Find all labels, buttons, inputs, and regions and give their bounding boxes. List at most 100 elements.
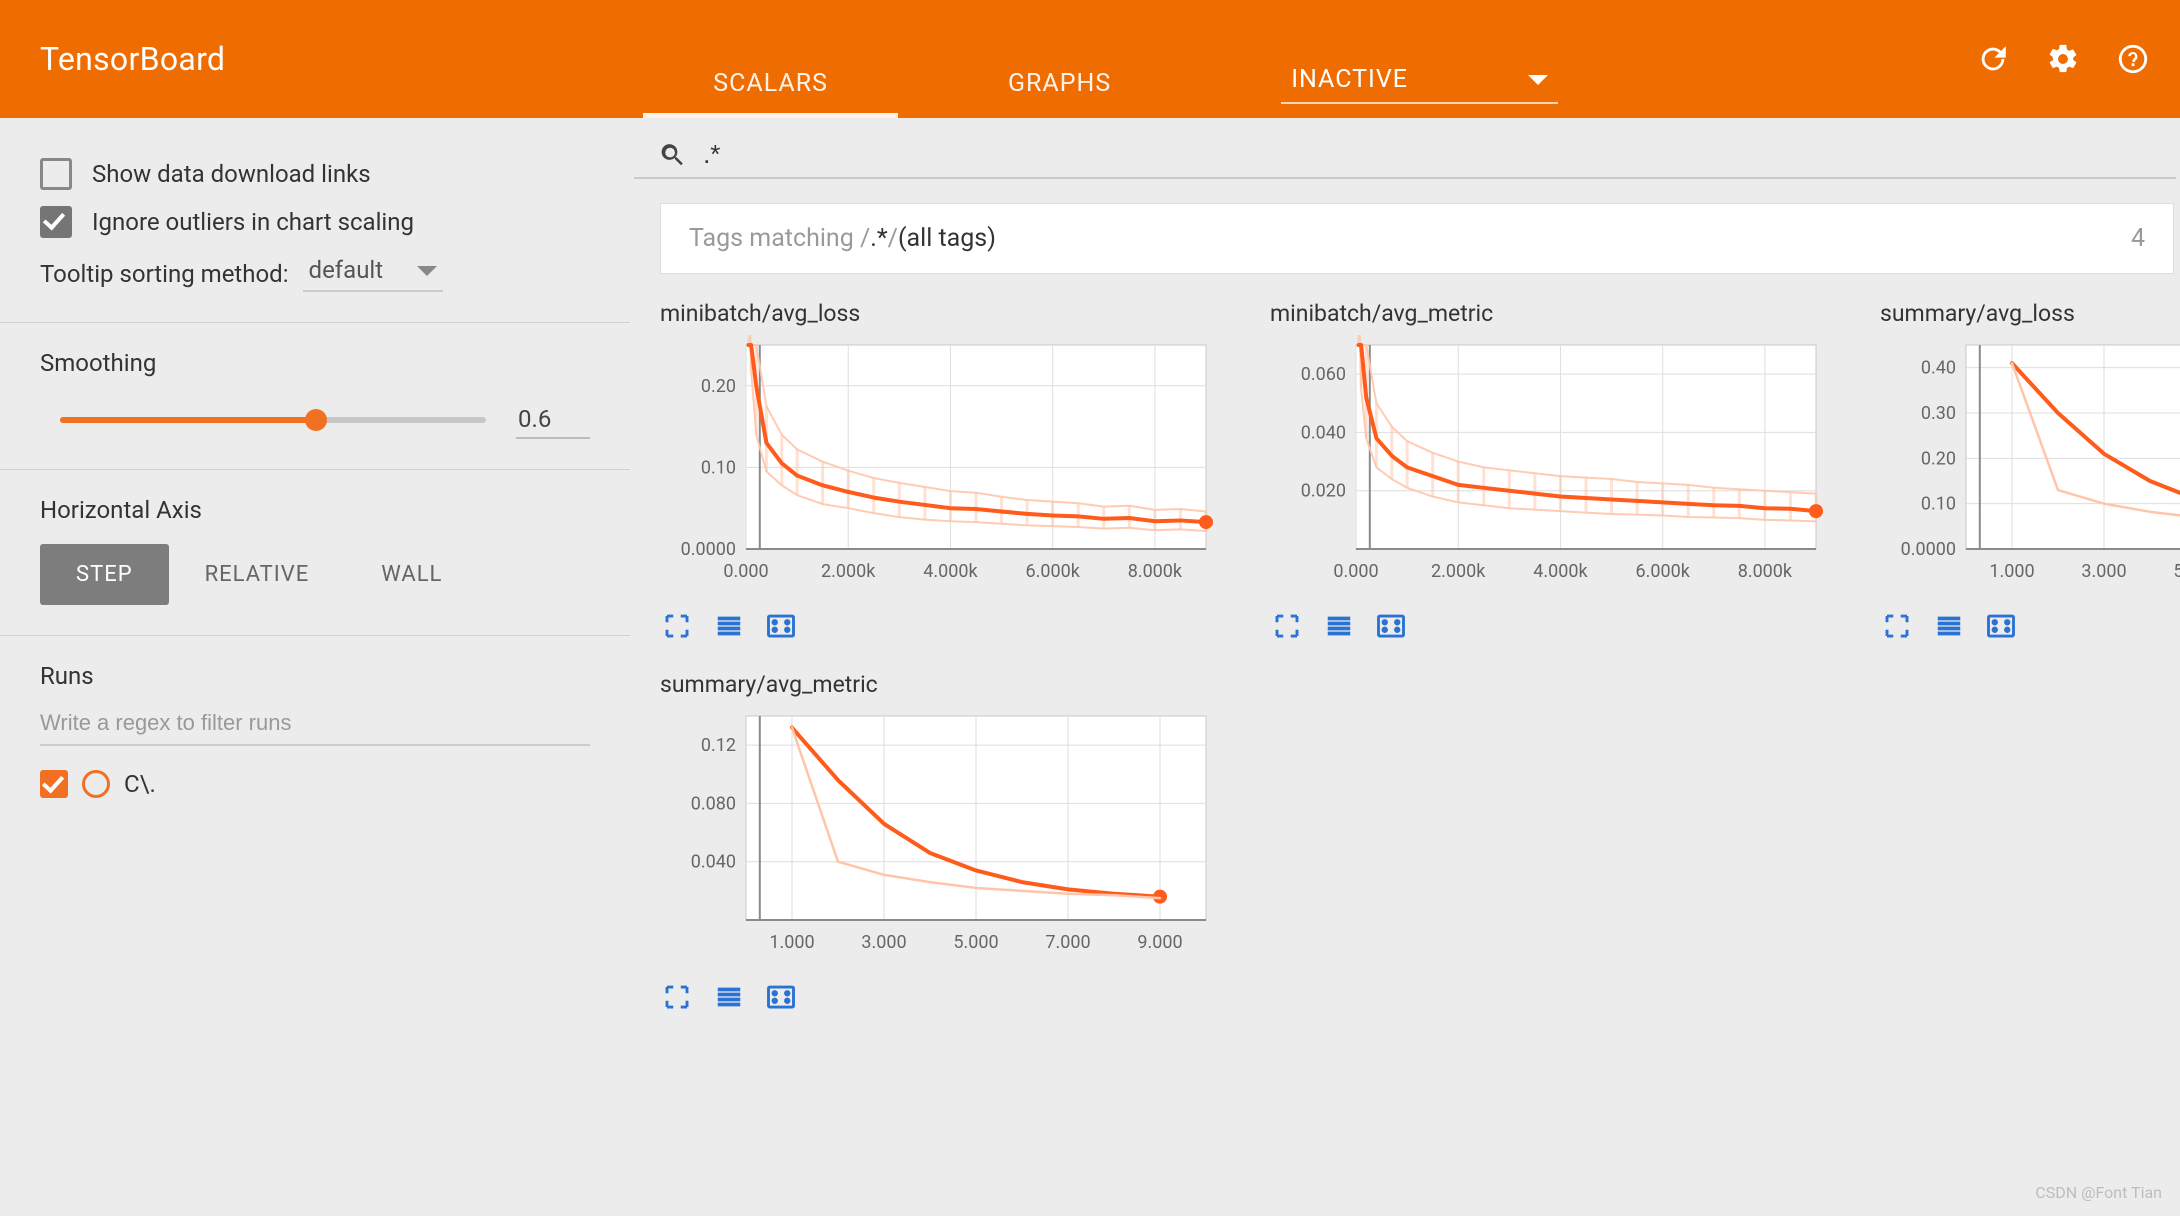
smoothing-label: Smoothing [40,349,590,377]
tag-header-prefix: Tags matching / [689,224,870,253]
expand-icon[interactable] [660,611,694,641]
tooltip-sorting-value: default [309,256,384,284]
svg-text:0.12: 0.12 [701,735,736,756]
horizontal-axis-buttons: STEP RELATIVE WALL [40,544,590,605]
chart-plot[interactable]: 0.00000.100.200.0002.000k4.000k6.000k8.0… [660,335,1250,595]
chart-tool-row [660,982,1250,1012]
ignore-outliers-row[interactable]: Ignore outliers in chart scaling [40,206,590,238]
ignore-outliers-label: Ignore outliers in chart scaling [92,208,414,236]
svg-text:0.10: 0.10 [701,457,736,478]
slider-thumb-icon[interactable] [305,409,327,431]
gear-icon[interactable] [2046,42,2080,76]
smoothing-value-input[interactable]: 0.6 [516,401,590,439]
tooltip-sorting-label: Tooltip sorting method: [40,260,289,288]
chart-title: summary/avg_loss [1880,300,2180,327]
runs-filter-input[interactable] [40,702,590,746]
inactive-label: INACTIVE [1291,65,1408,94]
smoothing-row: 0.6 [40,401,590,439]
list-icon[interactable] [712,982,746,1012]
tag-header-count: 4 [2131,224,2145,253]
tag-header-pattern: .* [870,224,887,253]
refresh-icon[interactable] [1976,42,2010,76]
list-icon[interactable] [1322,611,1356,641]
svg-text:0.30: 0.30 [1921,403,1956,424]
svg-text:0.20: 0.20 [1921,448,1956,469]
chevron-down-icon [417,266,437,276]
chart-tool-row [1880,611,2180,641]
smoothing-slider[interactable] [60,417,486,423]
list-icon[interactable] [1932,611,1966,641]
svg-text:6.000k: 6.000k [1025,561,1080,582]
run-checkbox-icon[interactable] [40,770,68,798]
checkbox-checked-icon[interactable] [40,206,72,238]
tag-header-suffix2: (all tags) [898,224,996,253]
chart-card: summary/avg_metric 0.040 0.080 0.12 1.000 3.… [660,671,1250,1012]
chart-card: minibatch/avg_metric 0.0200.0400.0600.00… [1270,300,1860,641]
horizontal-axis-label: Horizontal Axis [40,496,590,524]
watermark: CSDN @Font Tian [2035,1183,2162,1202]
svg-text:0.20: 0.20 [701,376,736,397]
fit-icon[interactable] [1374,611,1408,641]
svg-text:4.000k: 4.000k [1533,561,1588,582]
svg-text:0.0000: 0.0000 [1901,539,1956,560]
list-icon[interactable] [712,611,746,641]
tooltip-sorting-row: Tooltip sorting method: default [40,256,590,292]
search-icon [658,140,687,170]
expand-icon[interactable] [1880,611,1914,641]
tag-section-header[interactable]: Tags matching / .* / (all tags) 4 [660,203,2174,274]
svg-text:8.000k: 8.000k [1128,561,1183,582]
svg-text:2.000k: 2.000k [1431,561,1486,582]
tab-scalars[interactable]: SCALARS [643,69,898,118]
axis-wall-button[interactable]: WALL [345,544,478,605]
svg-text:7.000: 7.000 [1045,932,1090,953]
show-download-links-label: Show data download links [92,160,371,188]
svg-text:0.060: 0.060 [1301,364,1346,385]
help-icon[interactable] [2116,42,2150,76]
tooltip-sorting-select[interactable]: default [303,256,444,292]
inactive-dropdown[interactable]: INACTIVE [1281,65,1558,104]
svg-text:0.020: 0.020 [1301,481,1346,502]
expand-icon[interactable] [660,982,694,1012]
tab-graphs[interactable]: GRAPHS [938,69,1181,118]
svg-text:0.000: 0.000 [1333,561,1378,582]
expand-icon[interactable] [1270,611,1304,641]
chart-plot[interactable]: 0.0400.0800.121.0003.0005.0007.0009.000 [660,706,1250,966]
header-icon-group [1976,42,2150,76]
svg-text:8.000k: 8.000k [1738,561,1793,582]
chart-title: summary/avg_metric [660,671,1250,698]
svg-text:0.040: 0.040 [691,852,736,873]
svg-text:3.000: 3.000 [2081,561,2126,582]
chart-title: minibatch/avg_metric [1270,300,1860,327]
chart-plot[interactable]: 0.00000.100.200.300.401.0003.0005.0007.0… [1880,335,2180,595]
svg-text:0.40: 0.40 [1921,358,1956,379]
fit-icon[interactable] [1984,611,2018,641]
svg-text:0.10: 0.10 [1921,494,1956,515]
run-name: C\. [124,770,156,798]
svg-text:0.000: 0.000 [723,561,768,582]
fit-icon[interactable] [764,611,798,641]
tag-filter-input[interactable] [701,138,2152,171]
svg-text:2.000k: 2.000k [821,561,876,582]
checkbox-unchecked-icon[interactable] [40,158,72,190]
main-pane: Tags matching / .* / (all tags) 4 miniba… [630,118,2180,1216]
axis-relative-button[interactable]: RELATIVE [169,544,346,605]
chart-title: minibatch/avg_loss [660,300,1250,327]
svg-text:1.000: 1.000 [769,932,814,953]
app-title: TensorBoard [40,40,225,78]
svg-text:3.000: 3.000 [861,932,906,953]
chart-grid: minibatch/avg_loss 0.0000 0.10 0.20 0.000 2.… [630,274,2180,1012]
header-tabs: SCALARS GRAPHS INACTIVE [643,0,1558,118]
chart-plot[interactable]: 0.0200.0400.0600.0002.000k4.000k6.000k8.… [1270,335,1860,595]
runs-label: Runs [40,662,590,690]
chart-tool-row [1270,611,1860,641]
svg-text:0.080: 0.080 [691,793,736,814]
svg-text:5.000: 5.000 [953,932,998,953]
top-bar: TensorBoard SCALARS GRAPHS INACTIVE [0,0,2180,118]
chart-tool-row [660,611,1250,641]
sidebar: Show data download links Ignore outliers… [0,118,630,1216]
run-row[interactable]: C\. [40,770,590,798]
fit-icon[interactable] [764,982,798,1012]
axis-step-button[interactable]: STEP [40,544,169,605]
show-download-links-row[interactable]: Show data download links [40,158,590,190]
svg-text:6.000k: 6.000k [1635,561,1690,582]
